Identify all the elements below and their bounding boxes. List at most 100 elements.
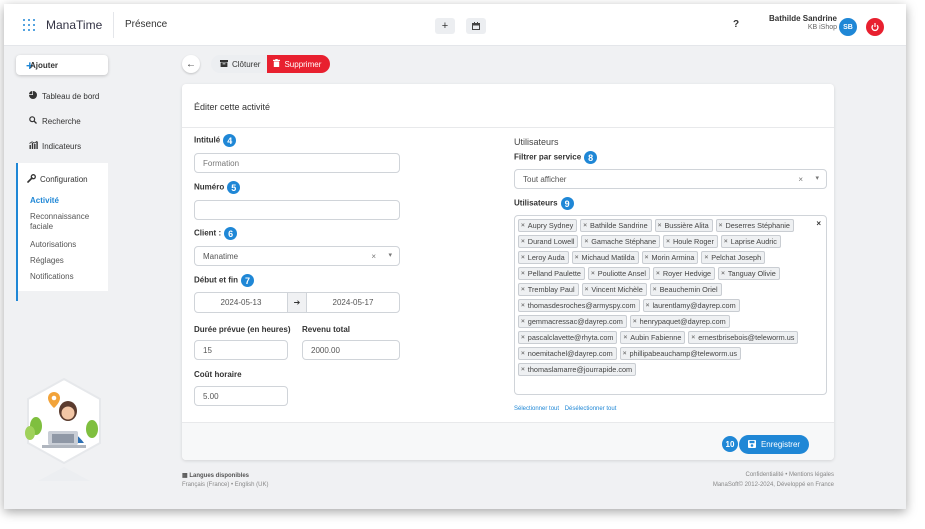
sidebar-subitem-reconnaissance-faciale[interactable]: Reconnaissance faciale [30, 212, 100, 232]
revenu-input[interactable]: 2000.00 [302, 340, 400, 360]
dates-label: Début et fin 7 [194, 274, 254, 287]
numero-input[interactable] [194, 200, 400, 220]
close-activity-button[interactable]: Clôturer [211, 55, 268, 73]
remove-tag-icon[interactable]: × [591, 270, 595, 277]
user-tag-label: thomaslamarre@jourrapide.com [527, 365, 633, 374]
logout-button[interactable] [866, 18, 884, 36]
numero-label-text: Numéro [194, 182, 225, 192]
sidebar-config-section: Configuration Activité Reconnaissance fa… [16, 163, 108, 291]
step-badge: 6 [224, 227, 238, 240]
sidebar-subitem-autorisations[interactable]: Autorisations [30, 240, 76, 250]
languages-title-text: Langues disponibles [189, 473, 250, 479]
user-tag-label: Leroy Auda [527, 253, 565, 262]
app-logo-icon[interactable] [23, 19, 39, 33]
remove-tag-icon[interactable]: × [704, 254, 708, 261]
remove-tag-icon[interactable]: × [584, 238, 588, 245]
duree-input[interactable]: 15 [194, 340, 288, 360]
users-section-title: Utilisateurs [514, 137, 559, 147]
remove-tag-icon[interactable]: × [724, 238, 728, 245]
sidebar-subitem-notifications[interactable]: Notifications [30, 272, 74, 282]
remove-tag-icon[interactable]: × [521, 238, 525, 245]
user-tag: × Deserres Stéphanie [715, 219, 794, 232]
start-date-input[interactable]: 2024-05-13 [195, 293, 287, 312]
avatar[interactable]: SB [839, 18, 857, 36]
deselect-all-link[interactable]: Désélectionner tout [565, 406, 617, 412]
help-button[interactable]: ? [729, 19, 743, 33]
user-tag: × Houle Roger [663, 235, 718, 248]
remove-tag-icon[interactable]: × [653, 286, 657, 293]
remove-tag-icon[interactable]: × [521, 318, 525, 325]
user-tag-label: pascalclavette@rhyta.com [527, 333, 614, 342]
user-name[interactable]: Bathilde Sandrine [769, 14, 837, 23]
user-tag-label: henrypaquet@dayrep.com [639, 317, 726, 326]
clear-all-icon[interactable]: × [816, 219, 821, 228]
service-filter-select[interactable]: Tout afficher × ▾ [514, 169, 827, 189]
user-tag-label: Tremblay Paul [527, 285, 575, 294]
clear-icon[interactable]: × [798, 175, 803, 184]
languages-list[interactable]: Français (France) • English (UK) [182, 482, 268, 488]
add-button[interactable]: + Ajouter [16, 55, 108, 75]
client-select[interactable]: Manatime × ▾ [194, 246, 400, 266]
cout-input[interactable]: 5.00 [194, 386, 288, 406]
numero-label: Numéro 5 [194, 181, 241, 194]
remove-tag-icon[interactable]: × [645, 254, 649, 261]
users-multiselect[interactable]: × Aupry Sydney × Bathilde Sandrine × Bussière… [514, 215, 827, 395]
remove-tag-icon[interactable]: × [585, 286, 589, 293]
remove-tag-icon[interactable]: × [658, 222, 662, 229]
remove-tag-icon[interactable]: × [521, 334, 525, 341]
sidebar-item-dashboard[interactable]: Tableau de bord [28, 91, 99, 101]
step-badge: 4 [223, 134, 237, 147]
remove-tag-icon[interactable]: × [691, 334, 695, 341]
remove-tag-icon[interactable]: × [521, 286, 525, 293]
remove-tag-icon[interactable]: × [575, 254, 579, 261]
plus-icon: + [441, 20, 449, 32]
remove-tag-icon[interactable]: × [721, 270, 725, 277]
clear-icon[interactable]: × [371, 252, 376, 261]
legal-links[interactable]: Confidentialité • Mentions légales [746, 472, 835, 478]
remove-tag-icon[interactable]: × [583, 222, 587, 229]
sidebar-item-label: Tableau de bord [42, 91, 100, 101]
delete-button[interactable]: Supprimer [267, 55, 331, 73]
chevron-down-icon[interactable]: ▾ [388, 251, 392, 259]
save-button[interactable]: Enregistrer [739, 435, 809, 454]
remove-tag-icon[interactable]: × [719, 222, 723, 229]
step-badge: 9 [560, 197, 574, 210]
search-icon [28, 116, 38, 126]
end-date-input[interactable]: 2024-05-17 [307, 293, 399, 312]
client-label: Client :6 [194, 227, 238, 240]
calendar-button[interactable] [466, 18, 486, 34]
illustration-image [25, 377, 101, 481]
user-tag-label: thomasdesroches@armyspy.com [527, 301, 636, 310]
sidebar-subitem-reglages[interactable]: Réglages [30, 256, 64, 266]
selection-links: Sélectionner tout Désélectionner tout [514, 406, 620, 412]
sidebar-item-configuration[interactable]: Configuration [27, 174, 88, 185]
remove-tag-icon[interactable]: × [521, 366, 525, 373]
remove-tag-icon[interactable]: × [623, 334, 627, 341]
remove-tag-icon[interactable]: × [666, 238, 670, 245]
remove-tag-icon[interactable]: × [623, 350, 627, 357]
user-tag: × Royer Hedvige [653, 267, 716, 280]
app-name[interactable]: ManaTime [46, 18, 102, 32]
remove-tag-icon[interactable]: × [521, 270, 525, 277]
sidebar-item-search[interactable]: Recherche [28, 116, 81, 126]
remove-tag-icon[interactable]: × [521, 302, 525, 309]
remove-tag-icon[interactable]: × [521, 222, 525, 229]
select-all-link[interactable]: Sélectionner tout [514, 406, 559, 412]
sidebar-subitem-activite[interactable]: Activité [30, 196, 59, 206]
remove-tag-icon[interactable]: × [646, 302, 650, 309]
trash-icon [273, 59, 281, 69]
step-badge: 5 [227, 181, 241, 194]
user-tag: × phillipabeauchamp@teleworm.us [619, 347, 742, 360]
intitule-input[interactable]: Formation [194, 153, 400, 173]
quick-add-button[interactable]: + [435, 18, 455, 34]
top-bar: ManaTime Présence + ? Bathilde Sandrine … [4, 4, 906, 46]
remove-tag-icon[interactable]: × [521, 350, 525, 357]
back-button[interactable]: ← [182, 55, 200, 73]
chevron-down-icon[interactable]: ▾ [815, 174, 819, 182]
remove-tag-icon[interactable]: × [633, 318, 637, 325]
sidebar-item-indicators[interactable]: Indicateurs [28, 140, 81, 151]
user-tag-label: Bathilde Sandrine [590, 221, 648, 230]
action-button-group: Clôturer Supprimer [211, 55, 331, 73]
remove-tag-icon[interactable]: × [521, 254, 525, 261]
remove-tag-icon[interactable]: × [656, 270, 660, 277]
